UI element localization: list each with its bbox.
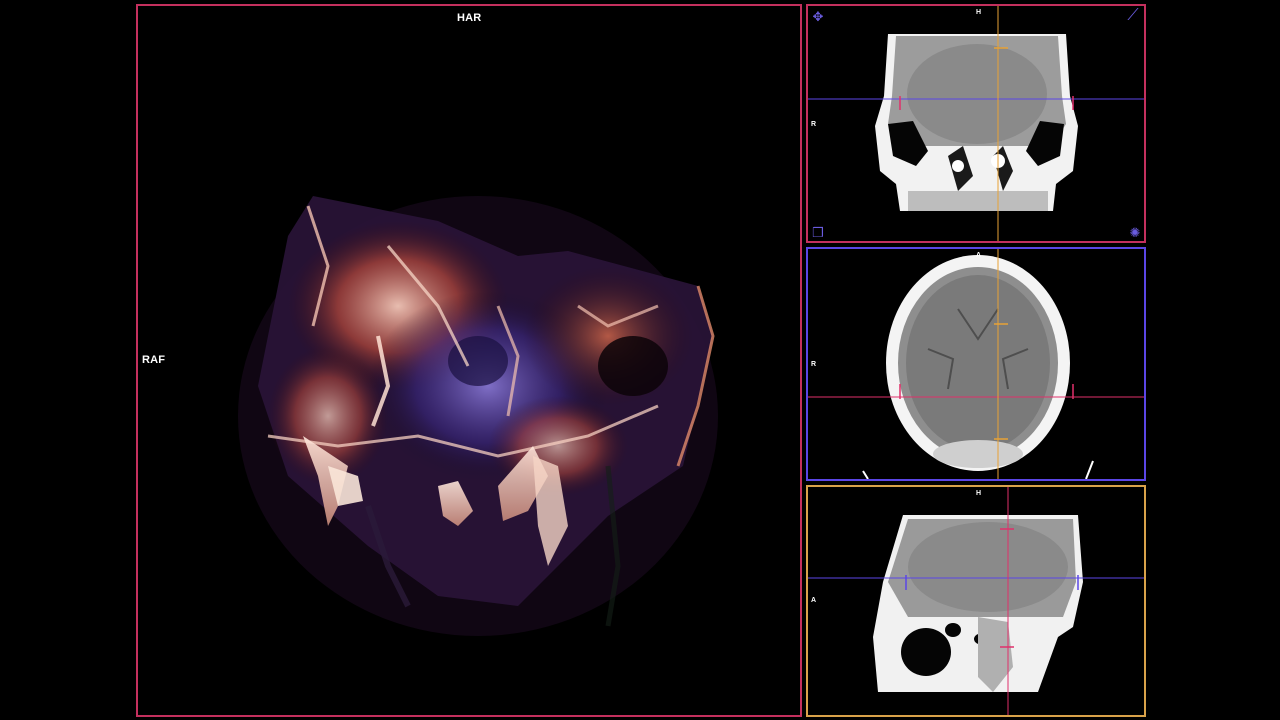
orientation-label-left: R — [811, 361, 817, 368]
brightness-icon[interactable]: ✺ — [1128, 225, 1142, 239]
orientation-label-top: H — [976, 9, 982, 16]
pan-arrows-icon[interactable]: ✥ — [811, 9, 825, 23]
sagittal-ct-image — [808, 487, 1144, 715]
orientation-label-left: RAF — [142, 354, 166, 366]
volume-render-image — [238, 196, 718, 636]
orientation-label-left: A — [811, 597, 817, 604]
layers-icon[interactable]: ❒ — [811, 225, 825, 239]
volume-rendering-viewport[interactable]: HAR RAF — [136, 4, 802, 717]
orientation-label-top: HAR — [457, 12, 482, 24]
sagittal-viewport[interactable]: H A — [806, 485, 1146, 717]
coronal-ct-image — [808, 6, 1144, 241]
orientation-label-left: R — [811, 121, 817, 128]
slice-scrollbar[interactable] — [1145, 259, 1146, 419]
axial-viewport[interactable]: A R — [806, 247, 1146, 481]
viewer-stage: HAR RAF H R ✥ ⟋ ❒ ✺ A R H A — [134, 0, 1147, 720]
axial-ct-image — [808, 249, 1144, 479]
orientation-label-top: H — [976, 490, 982, 497]
ruler-icon[interactable]: ⟋ — [1126, 8, 1140, 24]
coronal-viewport[interactable]: H R ✥ ⟋ ❒ ✺ — [806, 4, 1146, 243]
orientation-label-top: A — [976, 252, 982, 259]
